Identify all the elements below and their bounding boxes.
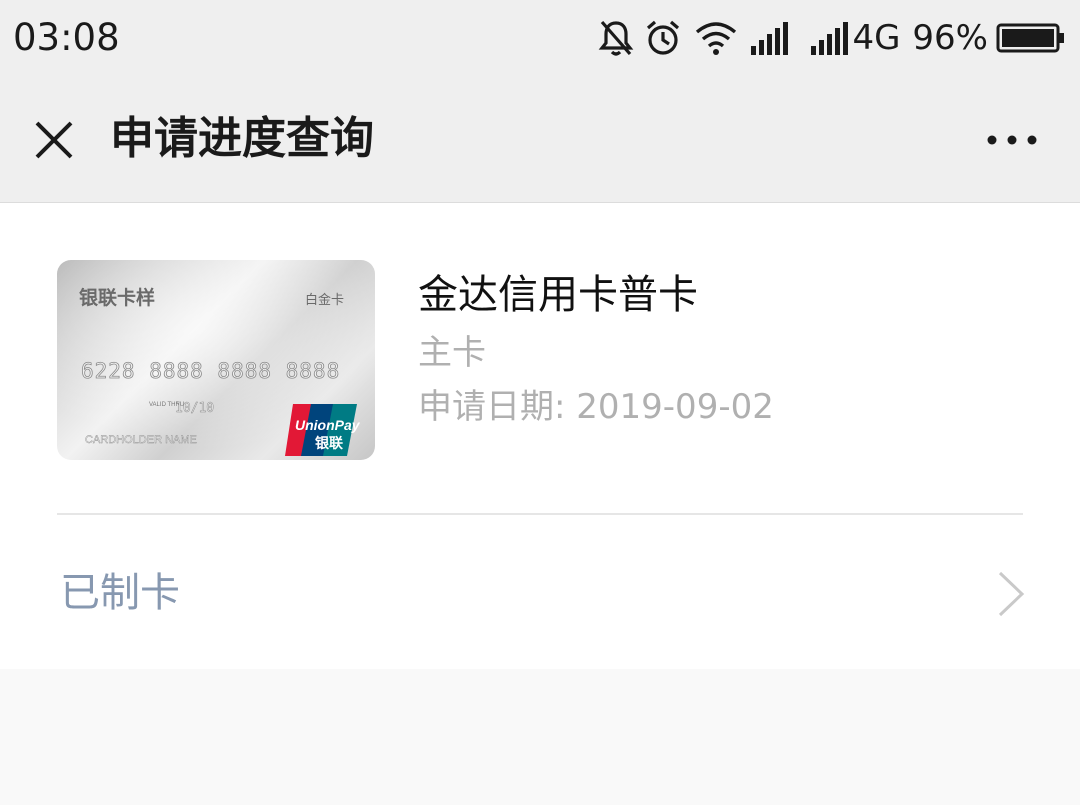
card-tier-text: 白金卡 xyxy=(305,292,344,307)
card-type: 主卡 xyxy=(418,333,486,373)
signal-icon xyxy=(810,20,850,56)
card-expiry-text: 10/10 xyxy=(175,401,214,416)
more-button[interactable] xyxy=(980,118,1044,162)
divider xyxy=(57,513,1023,515)
unionpay-brand-text: UnionPay xyxy=(295,417,361,433)
nav-bar: 申请进度查询 xyxy=(0,78,1080,203)
card-image: 银联卡样 白金卡 6228 8888 8888 8888 VALID THRU … xyxy=(57,260,375,460)
chevron-right-icon xyxy=(994,569,1030,619)
status-bar: 03:08 4G 96% xyxy=(0,0,1080,78)
bell-off-icon xyxy=(598,18,634,58)
status-row[interactable]: 已制卡 xyxy=(0,543,1080,647)
apply-date: 申请日期: 2019-09-02 xyxy=(418,387,774,427)
page-title: 申请进度查询 xyxy=(110,113,374,164)
card-name: 金达信用卡普卡 xyxy=(418,272,698,318)
close-icon xyxy=(35,121,73,159)
close-button[interactable] xyxy=(22,108,86,172)
status-time: 03:08 xyxy=(13,16,120,59)
application-panel: 银联卡样 白金卡 6228 8888 8888 8888 VALID THRU … xyxy=(0,203,1080,669)
card-bank-text: 银联卡样 xyxy=(79,286,155,309)
unionpay-brand-cn: 银联 xyxy=(315,435,344,451)
wifi-icon xyxy=(694,20,738,56)
battery-percent: 96% xyxy=(912,18,988,58)
status-icons: 4G 96% xyxy=(598,14,1066,62)
alarm-icon xyxy=(644,18,682,58)
card-number-text: 6228 8888 8888 8888 xyxy=(81,359,340,383)
signal-icon xyxy=(750,20,790,56)
status-text: 已制卡 xyxy=(60,570,180,616)
card-holder-text: CARDHOLDER NAME xyxy=(85,434,197,446)
more-icon xyxy=(987,135,1037,145)
network-type: 4G xyxy=(852,18,901,58)
battery-icon xyxy=(996,22,1066,54)
